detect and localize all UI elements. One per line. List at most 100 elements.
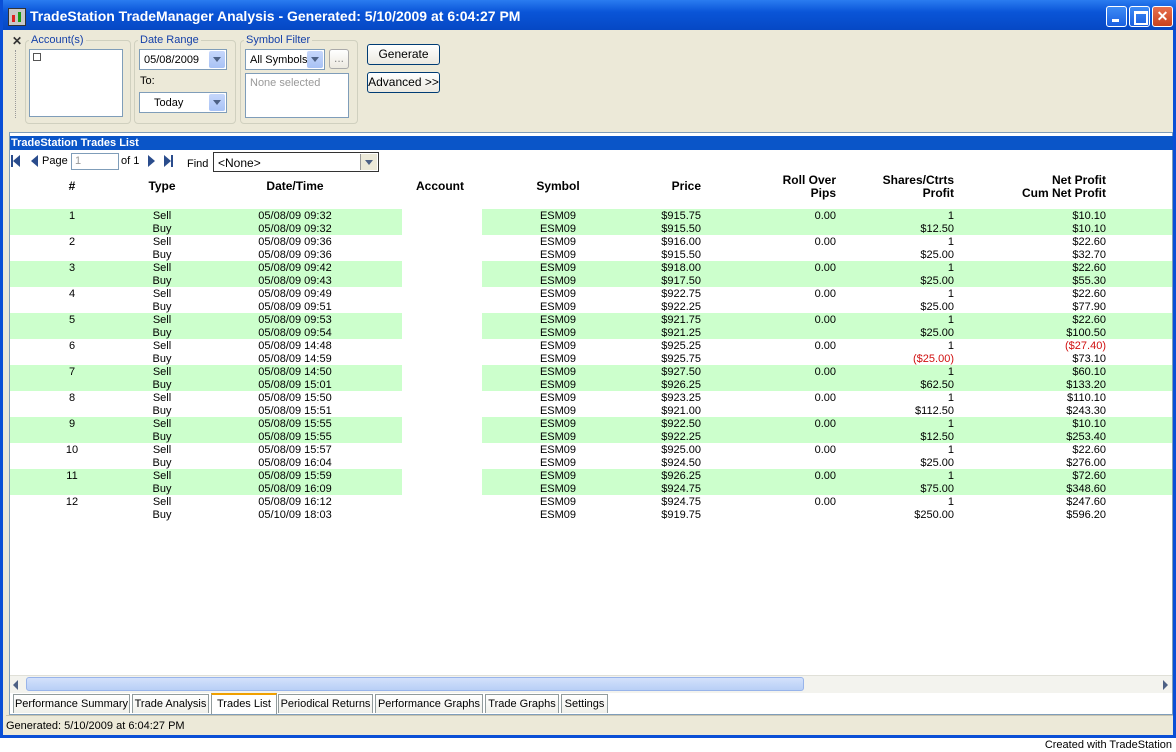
cell-shares: 1: [947, 444, 954, 456]
window-title: TradeStation TradeManager Analysis - Gen…: [30, 8, 521, 24]
cell-profit: $75.00: [920, 483, 954, 495]
chevron-down-icon[interactable]: [307, 51, 323, 68]
status-text: Generated: 5/10/2009 at 6:04:27 PM: [6, 720, 185, 732]
selected-symbols-list[interactable]: None selected: [245, 73, 349, 118]
symbol-browse-button[interactable]: ...: [329, 49, 349, 69]
tab-performance-summary[interactable]: Performance Summary: [13, 694, 130, 713]
tab-settings[interactable]: Settings: [561, 694, 608, 713]
cell-dt: 05/08/09 09:53: [258, 314, 332, 326]
cell-type: Sell: [152, 210, 172, 222]
from-date-picker[interactable]: 05/08/2009: [139, 49, 227, 70]
cell-type: Sell: [152, 288, 172, 300]
cell-profit: $12.50: [920, 223, 954, 235]
next-page-icon[interactable]: [148, 155, 155, 167]
cell-shares: 1: [947, 392, 954, 404]
symbol-filter-legend: Symbol Filter: [246, 34, 311, 46]
advanced-button[interactable]: Advanced >>: [367, 72, 440, 93]
cell-net: $22.60: [1072, 288, 1106, 300]
cell-num: 7: [68, 366, 76, 378]
cell-pips: 0.00: [814, 366, 836, 378]
cell-net: $22.60: [1072, 314, 1106, 326]
first-page-icon[interactable]: [11, 155, 20, 167]
cell-profit: $25.00: [920, 327, 954, 339]
col-header-profit: Profit: [922, 186, 954, 200]
cell-cum: $133.20: [1066, 379, 1106, 391]
symbol-filter-group: Symbol Filter All Symbols ... None selec…: [240, 34, 358, 124]
cell-symbol: ESM09: [539, 392, 577, 404]
to-label: To:: [140, 75, 155, 87]
find-select[interactable]: <None>: [213, 152, 379, 172]
minimize-button[interactable]: [1106, 6, 1127, 27]
cell-num: 6: [68, 340, 76, 352]
accounts-listbox[interactable]: [29, 49, 123, 117]
generate-button[interactable]: Generate: [367, 44, 440, 65]
cell-symbol: ESM09: [539, 210, 577, 222]
cell-profit: $62.50: [920, 379, 954, 391]
scroll-right-icon[interactable]: [1163, 680, 1168, 690]
chevron-down-icon[interactable]: [360, 154, 377, 170]
cell-net: $60.10: [1072, 366, 1106, 378]
cell-type: Buy: [152, 223, 172, 235]
tab-trade-analysis[interactable]: Trade Analysis: [132, 694, 209, 713]
cell-dt: 05/08/09 15:57: [258, 444, 332, 456]
cell-type: Buy: [152, 483, 172, 495]
cell-symbol: ESM09: [539, 262, 577, 274]
maximize-icon: [1134, 11, 1148, 25]
col-header-account: Account: [416, 179, 464, 193]
cell-num: 12: [65, 496, 79, 508]
cell-net: ($27.40): [1065, 340, 1106, 352]
cell-net: $22.60: [1072, 444, 1106, 456]
tab-trade-graphs[interactable]: Trade Graphs: [485, 694, 559, 713]
symbol-filter-select[interactable]: All Symbols: [245, 49, 325, 70]
cell-dt: 05/08/09 15:59: [258, 470, 332, 482]
cell-dt: 05/10/09 18:03: [258, 509, 332, 521]
to-date-picker[interactable]: Today: [139, 92, 227, 113]
maximize-button[interactable]: [1129, 6, 1150, 27]
toolbar-grip[interactable]: [15, 50, 19, 118]
col-header-shares: Shares/Ctrts: [882, 173, 954, 187]
cell-type: Buy: [152, 379, 172, 391]
cell-type: Sell: [152, 392, 172, 404]
cell-profit: $12.50: [920, 431, 954, 443]
close-window-button[interactable]: ✕: [1152, 6, 1173, 27]
cell-type: Sell: [152, 340, 172, 352]
cell-dt: 05/08/09 16:12: [258, 496, 332, 508]
previous-page-icon[interactable]: [31, 155, 38, 167]
cell-symbol: ESM09: [539, 340, 577, 352]
col-header-number: #: [68, 179, 76, 193]
main-window: TradeStation TradeManager Analysis - Gen…: [0, 0, 1176, 738]
scroll-left-icon[interactable]: [13, 680, 18, 690]
cell-symbol: ESM09: [539, 288, 577, 300]
cell-num: 2: [68, 236, 76, 248]
cell-pips: 0.00: [814, 236, 836, 248]
cell-dt: 05/08/09 09:54: [258, 327, 332, 339]
tab-performance-graphs[interactable]: Performance Graphs: [375, 694, 483, 713]
cell-symbol: ESM09: [539, 496, 577, 508]
last-page-icon[interactable]: [164, 155, 173, 167]
page-number-input[interactable]: 1: [71, 153, 119, 170]
cell-profit: $250.00: [914, 509, 954, 521]
chevron-down-icon[interactable]: [209, 94, 225, 111]
tab-trades-list[interactable]: Trades List: [211, 693, 277, 714]
cell-symbol: ESM09: [539, 483, 577, 495]
trades-list-panel: TradeStation Trades List Page 1 of 1 Fin…: [9, 132, 1173, 715]
cell-dt: 05/08/09 14:50: [258, 366, 332, 378]
cell-price: $917.50: [661, 275, 701, 287]
chevron-down-icon[interactable]: [209, 51, 225, 68]
horizontal-scrollbar[interactable]: [10, 675, 1172, 693]
cell-pips: 0.00: [814, 444, 836, 456]
tab-periodical-returns[interactable]: Periodical Returns: [278, 694, 373, 713]
scroll-thumb[interactable]: [26, 677, 804, 691]
cell-dt: 05/08/09 09:43: [258, 275, 332, 287]
cell-price: $922.50: [661, 418, 701, 430]
date-range-legend: Date Range: [140, 34, 199, 46]
cell-pips: 0.00: [814, 392, 836, 404]
toolbar-close-icon[interactable]: ✕: [12, 34, 22, 48]
cell-net: $10.10: [1072, 210, 1106, 222]
cell-price: $919.75: [661, 509, 701, 521]
cell-pips: 0.00: [814, 340, 836, 352]
title-bar[interactable]: TradeStation TradeManager Analysis - Gen…: [3, 0, 1176, 30]
account-checkbox[interactable]: [33, 53, 41, 61]
cell-cum: $253.40: [1066, 431, 1106, 443]
from-date-value: 05/08/2009: [144, 54, 200, 66]
